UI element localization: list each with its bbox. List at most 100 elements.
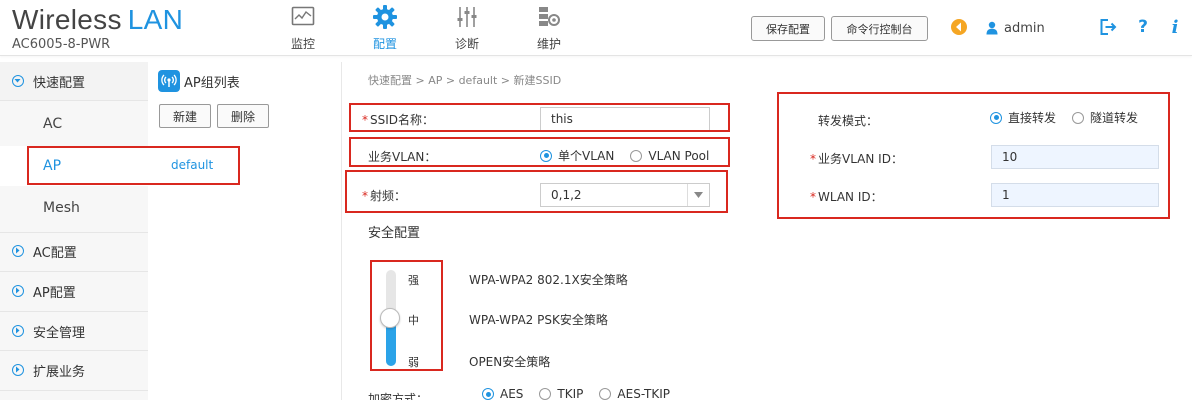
nav-maintain-label: 维护 xyxy=(536,37,561,51)
ap-signal-icon xyxy=(158,70,180,92)
sidebar-item-mesh-label: Mesh xyxy=(43,200,80,216)
forward-mode-radio-group: 直接转发 隧道转发 xyxy=(990,109,1154,126)
radio-frequency-select[interactable]: 0,1,2 xyxy=(540,183,710,207)
sidebar-item-ap-label: AP xyxy=(43,158,62,174)
expand-icon xyxy=(12,285,24,297)
forward-mode-label: 转发模式： xyxy=(818,114,879,128)
user-name: admin xyxy=(1004,20,1045,36)
policy-open: OPEN安全策略 xyxy=(469,355,551,369)
ssid-name-label-text: SSID名称： xyxy=(370,113,435,127)
service-vlan-id-value: 10 xyxy=(1002,150,1018,164)
encryption-radio-group: AES TKIP AES-TKIP xyxy=(482,387,686,400)
ap-group-title: AP组列表 xyxy=(158,70,240,92)
radio-unchecked-icon xyxy=(1072,111,1085,124)
divider xyxy=(0,390,148,391)
sidebar-item-ac[interactable]: AC xyxy=(0,104,148,144)
service-vlan-id-label-text: 业务VLAN ID： xyxy=(818,152,903,166)
required-mark: * xyxy=(362,189,368,203)
sidebar-ap-config-label: AP配置 xyxy=(33,285,76,301)
radio-aes-label: AES xyxy=(500,387,524,400)
sidebar-ac-config-label: AC配置 xyxy=(33,245,77,261)
device-model: AC6005-8-PWR xyxy=(12,37,111,52)
nav-config[interactable]: 配置 xyxy=(344,0,426,56)
policy-psk: WPA-WPA2 PSK安全策略 xyxy=(469,313,608,327)
maintenance-icon xyxy=(536,4,562,30)
nav-monitor-label: 监控 xyxy=(290,37,315,51)
delete-button[interactable]: 删除 xyxy=(217,104,269,128)
required-mark: * xyxy=(810,152,816,166)
radio-unchecked-icon xyxy=(539,388,552,400)
radio-direct-forward[interactable]: 直接转发 xyxy=(990,109,1056,126)
wlan-id-label-text: WLAN ID： xyxy=(818,190,883,204)
sidebar-item-ap[interactable]: AP xyxy=(0,146,148,186)
radio-vlan-pool-label: VLAN Pool xyxy=(648,148,710,163)
radio-aes-tkip[interactable]: AES-TKIP xyxy=(599,387,670,400)
level-medium-label: 中 xyxy=(408,314,419,327)
new-button[interactable]: 新建 xyxy=(159,104,211,128)
nav-diagnose-label: 诊断 xyxy=(454,37,479,51)
logout-icon[interactable] xyxy=(1097,16,1119,38)
user-menu[interactable]: admin xyxy=(986,18,1045,38)
radio-tkip[interactable]: TKIP xyxy=(539,387,583,400)
monitor-icon xyxy=(290,4,316,30)
ap-group-item-default[interactable]: default xyxy=(150,150,342,180)
breadcrumb: 快速配置 > AP > default > 新建SSID xyxy=(368,74,562,87)
ssid-name-input[interactable]: this xyxy=(540,107,710,131)
nav-maintain[interactable]: 维护 xyxy=(508,0,590,56)
radio-checked-icon xyxy=(990,111,1002,124)
cli-console-button[interactable]: 命令行控制台 xyxy=(831,16,928,41)
radio-unchecked-icon xyxy=(599,388,612,400)
radio-tunnel-forward[interactable]: 隧道转发 xyxy=(1072,109,1138,126)
ssid-name-label: * SSID名称： xyxy=(362,111,434,128)
ap-group-title-label: AP组列表 xyxy=(184,75,240,91)
service-vlan-id-input[interactable]: 10 xyxy=(991,145,1159,169)
info-icon[interactable]: i xyxy=(1164,16,1186,38)
service-vlan-id-label: * 业务VLAN ID： xyxy=(810,150,903,167)
nav-config-label: 配置 xyxy=(372,37,397,51)
expand-icon xyxy=(12,325,24,337)
help-icon[interactable]: ? xyxy=(1132,16,1154,38)
service-vlan-label: 业务VLAN： xyxy=(368,150,437,164)
radio-vlan-pool[interactable]: VLAN Pool xyxy=(630,149,709,163)
collapse-icon xyxy=(12,75,24,87)
sidebar-item-ac-label: AC xyxy=(43,116,63,132)
radio-aes[interactable]: AES xyxy=(482,387,523,400)
security-config-title: 安全配置 xyxy=(368,226,421,241)
nav-monitor[interactable]: 监控 xyxy=(262,0,344,56)
brand-title-main: Wireless xyxy=(12,4,122,35)
ap-group-panel: AP组列表 新建 删除 default xyxy=(150,62,342,400)
sidebar-item-mesh[interactable]: Mesh xyxy=(0,188,148,228)
header-bar: Wireless LAN AC6005-8-PWR 监控 配置 诊断 维护 保存… xyxy=(0,0,1192,56)
sidebar-extension-label: 扩展业务 xyxy=(33,364,86,380)
divider xyxy=(0,100,148,101)
left-sidebar: 快速配置 AC AP Mesh AC配置 AP配置 安全管理 扩展业务 xyxy=(0,62,148,400)
user-icon xyxy=(986,21,998,35)
sidebar-quick-config[interactable]: 快速配置 xyxy=(0,62,148,100)
required-mark: * xyxy=(362,113,368,127)
wlan-id-label: * WLAN ID： xyxy=(810,188,883,205)
radio-frequency-label: * 射频： xyxy=(362,187,406,204)
radio-tkip-label: TKIP xyxy=(557,387,584,400)
sidebar-security-label: 安全管理 xyxy=(33,325,86,341)
radio-single-vlan-label: 单个VLAN xyxy=(558,149,615,163)
sidebar-security[interactable]: 安全管理 xyxy=(0,312,148,350)
wlan-id-input[interactable]: 1 xyxy=(991,183,1159,207)
sidebar-ap-config[interactable]: AP配置 xyxy=(0,272,148,310)
level-weak-label: 弱 xyxy=(408,356,419,369)
radio-frequency-label-text: 射频： xyxy=(370,189,407,203)
save-config-button[interactable]: 保存配置 xyxy=(751,16,825,41)
radio-frequency-value: 0,1,2 xyxy=(551,188,582,202)
sidebar-quick-config-label: 快速配置 xyxy=(33,75,86,91)
brand-title: Wireless LAN xyxy=(12,4,183,36)
brand-title-accent: LAN xyxy=(127,4,184,35)
radio-aes-tkip-label: AES-TKIP xyxy=(617,387,671,400)
alarm-icon[interactable] xyxy=(948,16,970,38)
sidebar-ac-config[interactable]: AC配置 xyxy=(0,232,148,270)
wlan-id-value: 1 xyxy=(1002,188,1010,202)
security-level-handle[interactable] xyxy=(380,308,400,328)
nav-diagnose[interactable]: 诊断 xyxy=(426,0,508,56)
encryption-label: 加密方式： xyxy=(368,392,429,400)
radio-single-vlan[interactable]: 单个VLAN xyxy=(540,147,614,164)
sidebar-extension[interactable]: 扩展业务 xyxy=(0,350,148,390)
radio-direct-forward-label: 直接转发 xyxy=(1008,111,1057,125)
